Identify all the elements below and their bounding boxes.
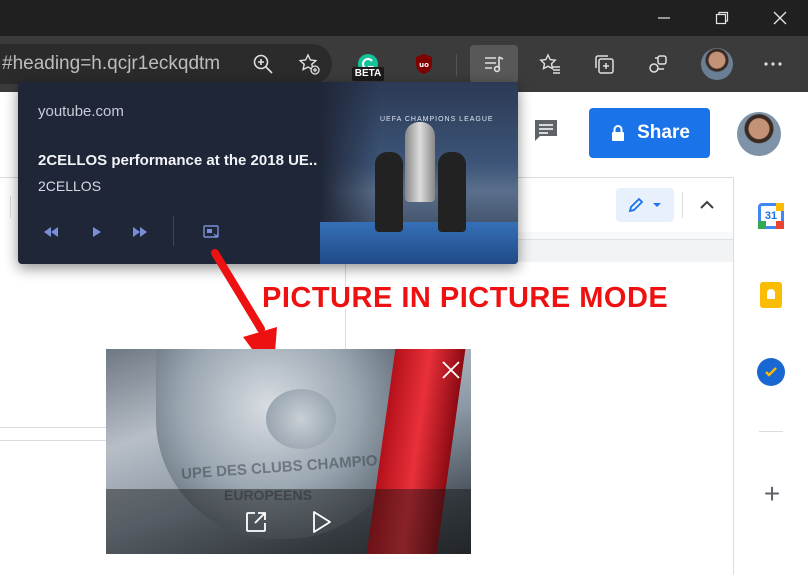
- pip-trophy-crest: [266, 389, 336, 449]
- thumbnail-trophy: [405, 122, 435, 202]
- toolbar-divider-right: [682, 192, 683, 218]
- zoom-button[interactable]: [246, 47, 280, 81]
- account-avatar[interactable]: [737, 112, 781, 156]
- favorites-icon: [539, 53, 560, 74]
- collections-icon: [595, 55, 614, 74]
- favorites-button[interactable]: [533, 47, 567, 81]
- pencil-icon: [628, 197, 644, 213]
- calendar-green-corner: [758, 221, 766, 229]
- thumbnail-cellist-left: [375, 152, 403, 232]
- minimize-button[interactable]: [642, 0, 686, 36]
- settings-more-button[interactable]: [756, 47, 790, 81]
- pip-play-button[interactable]: [308, 509, 334, 535]
- share-button[interactable]: Share: [589, 108, 710, 158]
- restore-button[interactable]: [700, 0, 744, 36]
- keep-app-button[interactable]: [760, 282, 782, 308]
- media-artist: 2CELLOS: [38, 178, 102, 194]
- calendar-red-corner: [776, 221, 784, 229]
- media-control-flyout: youtube.com 2CELLOS performance at the 2…: [18, 82, 518, 264]
- share-label: Share: [637, 122, 690, 143]
- thumbnail-stage-floor: [320, 222, 518, 264]
- pip-back-to-tab-button[interactable]: [243, 509, 269, 535]
- play-icon: [313, 511, 331, 533]
- minimize-icon: [658, 17, 670, 19]
- svg-text:uo: uo: [419, 61, 429, 69]
- media-thumbnail: UEFA CHAMPIONS LEAGUE: [320, 82, 518, 264]
- picture-in-picture-button[interactable]: [198, 219, 224, 245]
- zoom-in-icon: [253, 54, 273, 74]
- flyout-divider: [173, 216, 174, 246]
- picture-in-picture-window[interactable]: UPE DES CLUBS CHAMPIO EUROPEENS: [106, 349, 471, 554]
- tasks-check-icon: [765, 367, 777, 377]
- more-dots-icon: [764, 62, 782, 66]
- close-icon: [773, 11, 787, 25]
- thumbnail-banner: UEFA CHAMPIONS LEAGUE: [380, 116, 494, 123]
- global-media-controls-button[interactable]: [470, 45, 518, 83]
- calendar-app-button[interactable]: 31: [758, 203, 784, 229]
- seek-back-button[interactable]: [38, 219, 64, 245]
- chevron-up-icon: [700, 200, 714, 209]
- get-addons-button[interactable]: +: [760, 480, 784, 508]
- play-icon: [93, 227, 101, 237]
- pip-close-button[interactable]: [440, 359, 462, 381]
- close-window-button[interactable]: [758, 0, 802, 36]
- media-title: 2CELLOS performance at the 2018 UE...: [38, 152, 318, 169]
- ublock-extension[interactable]: uo: [407, 47, 441, 81]
- close-icon: [442, 361, 460, 379]
- ublock-shield-icon: uo: [416, 54, 432, 74]
- open-in-tab-icon: [246, 512, 266, 532]
- tasks-app-button[interactable]: [757, 358, 785, 386]
- profile-avatar[interactable]: [701, 48, 733, 80]
- address-url[interactable]: #heading=h.qcjr1eckqdtm: [2, 53, 220, 75]
- fast-forward-icon: [133, 227, 147, 237]
- picture-in-picture-icon: [203, 225, 219, 238]
- side-panel-divider: [759, 431, 783, 432]
- extensions-button[interactable]: [641, 47, 675, 81]
- comment-icon: [535, 120, 557, 141]
- lock-icon: [612, 125, 625, 141]
- hide-menus-button[interactable]: [694, 192, 720, 218]
- extensions-icon: [649, 55, 667, 73]
- rewind-icon: [44, 227, 58, 237]
- thumbnail-cellist-right: [438, 152, 466, 232]
- star-add-icon: [298, 53, 320, 75]
- toolbar-divider: [456, 54, 457, 76]
- media-source-site: youtube.com: [38, 103, 124, 120]
- beta-badge: BETA: [352, 67, 384, 81]
- editing-mode-button[interactable]: [616, 188, 674, 222]
- restore-icon: [715, 11, 729, 25]
- chevron-down-icon: [653, 203, 661, 207]
- pip-controls-overlay: [106, 489, 471, 554]
- calendar-yellow-corner: [776, 203, 784, 211]
- address-bar[interactable]: #heading=h.qcjr1eckqdtm: [0, 44, 332, 84]
- seek-forward-button[interactable]: [127, 219, 153, 245]
- comments-button[interactable]: [531, 116, 561, 146]
- collections-button[interactable]: [587, 47, 621, 81]
- annotation-label: PICTURE IN PICTURE MODE: [262, 282, 669, 314]
- toolbar-separator: [10, 196, 11, 218]
- title-bar: [0, 0, 808, 36]
- play-button[interactable]: [83, 219, 109, 245]
- add-favorite-button[interactable]: [292, 47, 326, 81]
- media-playlist-icon: [485, 56, 504, 73]
